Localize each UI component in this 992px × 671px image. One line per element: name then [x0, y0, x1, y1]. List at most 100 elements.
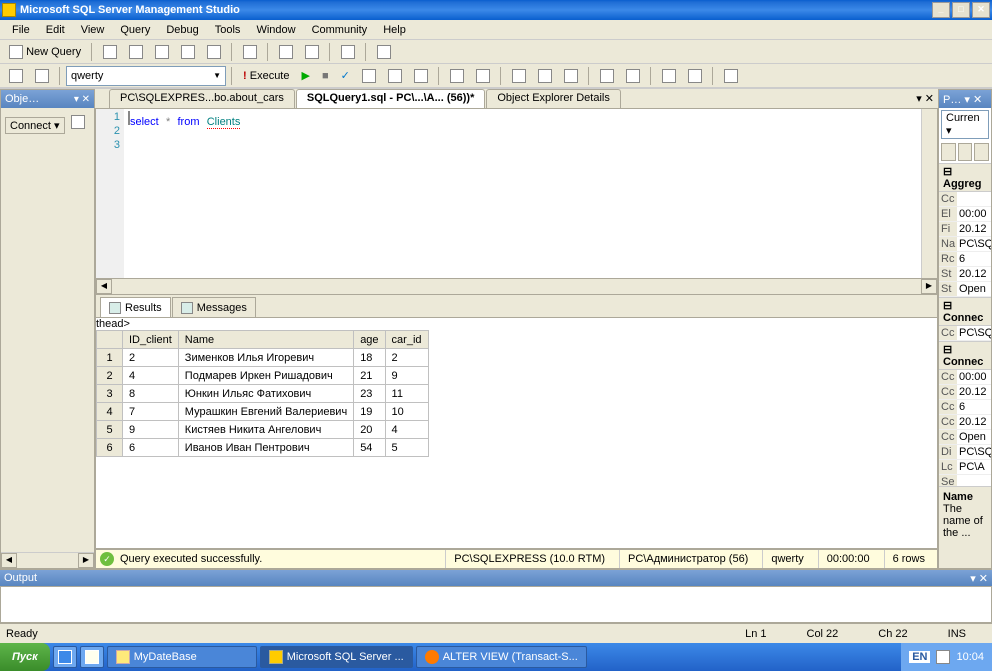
cell-name[interactable]: Мурашкин Евгений Валериевич [178, 403, 353, 421]
tb2-btn-1[interactable] [4, 66, 28, 86]
tb2-btn-13[interactable] [657, 66, 681, 86]
tb2-btn-4[interactable] [383, 66, 407, 86]
cell-age[interactable]: 20 [354, 421, 385, 439]
object-explorer-hscroll[interactable]: ◀ ▶ [1, 552, 94, 568]
tb2-btn-12[interactable] [621, 66, 645, 86]
prop-cat-connect1[interactable]: ⊟ Connec [939, 297, 991, 326]
editor-vscroll[interactable] [921, 109, 937, 278]
cell-age[interactable]: 21 [354, 367, 385, 385]
row-header[interactable]: 6 [97, 439, 123, 457]
tb2-btn-3[interactable] [357, 66, 381, 86]
prop-categorized-button[interactable] [941, 143, 956, 161]
task-ssms[interactable]: Microsoft SQL Server ... [260, 646, 413, 668]
activity-monitor-button[interactable] [336, 42, 360, 62]
cell-id[interactable]: 7 [123, 403, 179, 421]
prop-row[interactable]: Cc6 [939, 400, 991, 415]
table-row[interactable]: 24Подмарев Иркен Ришадович219 [97, 367, 429, 385]
debug-button[interactable]: ▶ [296, 66, 314, 86]
cell-name[interactable]: Юнкин Ильяс Фатихович [178, 385, 353, 403]
tb-btn-3[interactable] [150, 42, 174, 62]
prop-row[interactable]: Rc6 [939, 252, 991, 267]
tb-btn-1[interactable] [98, 42, 122, 62]
col-age[interactable]: age [354, 331, 385, 349]
cell-car[interactable]: 4 [385, 421, 428, 439]
prop-row[interactable]: StOpen [939, 282, 991, 297]
properties-dropdown[interactable]: Curren ▾ [941, 110, 989, 139]
cell-id[interactable]: 9 [123, 421, 179, 439]
table-row[interactable]: 38Юнкин Ильяс Фатихович2311 [97, 385, 429, 403]
prop-row[interactable]: Cc20.12 [939, 385, 991, 400]
tab-about-cars[interactable]: PC\SQLEXPRES...bo.about_cars [109, 89, 295, 108]
task-mydatebase[interactable]: MyDateBase [107, 646, 257, 668]
prop-row[interactable]: El00:00 [939, 207, 991, 222]
row-header[interactable]: 3 [97, 385, 123, 403]
execute-button[interactable]: ! Execute [238, 66, 294, 86]
tb2-btn-5[interactable] [409, 66, 433, 86]
table-row[interactable]: 47Мурашкин Евгений Валериевич1910 [97, 403, 429, 421]
col-name[interactable]: Name [178, 331, 353, 349]
row-header[interactable]: 1 [97, 349, 123, 367]
menu-edit[interactable]: Edit [38, 22, 73, 38]
tb2-btn-7[interactable] [471, 66, 495, 86]
save-all-button[interactable] [300, 42, 324, 62]
prop-row[interactable]: Se [939, 475, 991, 486]
menu-window[interactable]: Window [248, 22, 303, 38]
task-firefox[interactable]: ALTER VIEW (Transact-S... [416, 646, 587, 668]
tb2-btn-11[interactable] [595, 66, 619, 86]
cell-car[interactable]: 9 [385, 367, 428, 385]
cell-car[interactable]: 2 [385, 349, 428, 367]
connect-button[interactable]: Connect ▾ [5, 117, 65, 134]
tb2-btn-2[interactable] [30, 66, 54, 86]
tb2-btn-6[interactable] [445, 66, 469, 86]
object-explorer-tool-1[interactable] [68, 112, 88, 132]
prop-cat-aggregate[interactable]: ⊟ Aggreg [939, 163, 991, 192]
cell-id[interactable]: 2 [123, 349, 179, 367]
messages-tab[interactable]: Messages [172, 297, 256, 317]
tb-btn-2[interactable] [124, 42, 148, 62]
minimize-button[interactable]: _ [932, 2, 950, 18]
prop-row[interactable]: CcOpen [939, 430, 991, 445]
prop-row[interactable]: LcPC\А [939, 460, 991, 475]
tb2-btn-9[interactable] [533, 66, 557, 86]
cell-id[interactable]: 8 [123, 385, 179, 403]
tab-sqlquery1[interactable]: SQLQuery1.sql - PC\...\А... (56))* [296, 89, 485, 108]
escroll-right[interactable]: ▶ [921, 279, 937, 294]
menu-view[interactable]: View [73, 22, 113, 38]
lang-indicator[interactable]: EN [909, 651, 930, 663]
tb2-btn-14[interactable] [683, 66, 707, 86]
cell-name[interactable]: Зименков Илья Игоревич [178, 349, 353, 367]
menu-community[interactable]: Community [304, 22, 376, 38]
code-area[interactable]: select * from Clients [124, 109, 921, 278]
tb-btn-4[interactable] [176, 42, 200, 62]
tab-object-explorer-details[interactable]: Object Explorer Details [486, 89, 621, 108]
start-button[interactable]: Пуск [0, 643, 50, 671]
cell-name[interactable]: Подмарев Иркен Ришадович [178, 367, 353, 385]
prop-row[interactable]: NaPC\SQ [939, 237, 991, 252]
results-grid[interactable]: thead> ID_client Name age car_id 12Зимен… [95, 317, 938, 549]
tb2-btn-10[interactable] [559, 66, 583, 86]
new-query-button[interactable]: New Query [4, 42, 86, 62]
database-dropdown[interactable]: qwerty▼ [66, 66, 226, 86]
prop-row[interactable]: Fi20.12 [939, 222, 991, 237]
prop-row[interactable]: CcPC\SQ [939, 326, 991, 341]
col-id-client[interactable]: ID_client [123, 331, 179, 349]
cell-age[interactable]: 54 [354, 439, 385, 457]
escroll-left[interactable]: ◀ [96, 279, 112, 294]
prop-row[interactable]: DiPC\SQ [939, 445, 991, 460]
cell-car[interactable]: 5 [385, 439, 428, 457]
output-body[interactable] [0, 586, 992, 623]
col-car-id[interactable]: car_id [385, 331, 428, 349]
cell-car[interactable]: 10 [385, 403, 428, 421]
prop-row[interactable]: Cc [939, 192, 991, 207]
cell-car[interactable]: 11 [385, 385, 428, 403]
table-row[interactable]: 59Кистяев Никита Ангелович204 [97, 421, 429, 439]
quicklaunch-desktop[interactable] [80, 646, 104, 668]
open-button[interactable] [238, 42, 262, 62]
menu-file[interactable]: File [4, 22, 38, 38]
cell-age[interactable]: 18 [354, 349, 385, 367]
results-tab[interactable]: Results [100, 297, 171, 317]
stop-button[interactable]: ■ [317, 66, 334, 86]
cell-id[interactable]: 4 [123, 367, 179, 385]
parse-button[interactable]: ✓ [336, 66, 355, 86]
cell-name[interactable]: Кистяев Никита Ангелович [178, 421, 353, 439]
